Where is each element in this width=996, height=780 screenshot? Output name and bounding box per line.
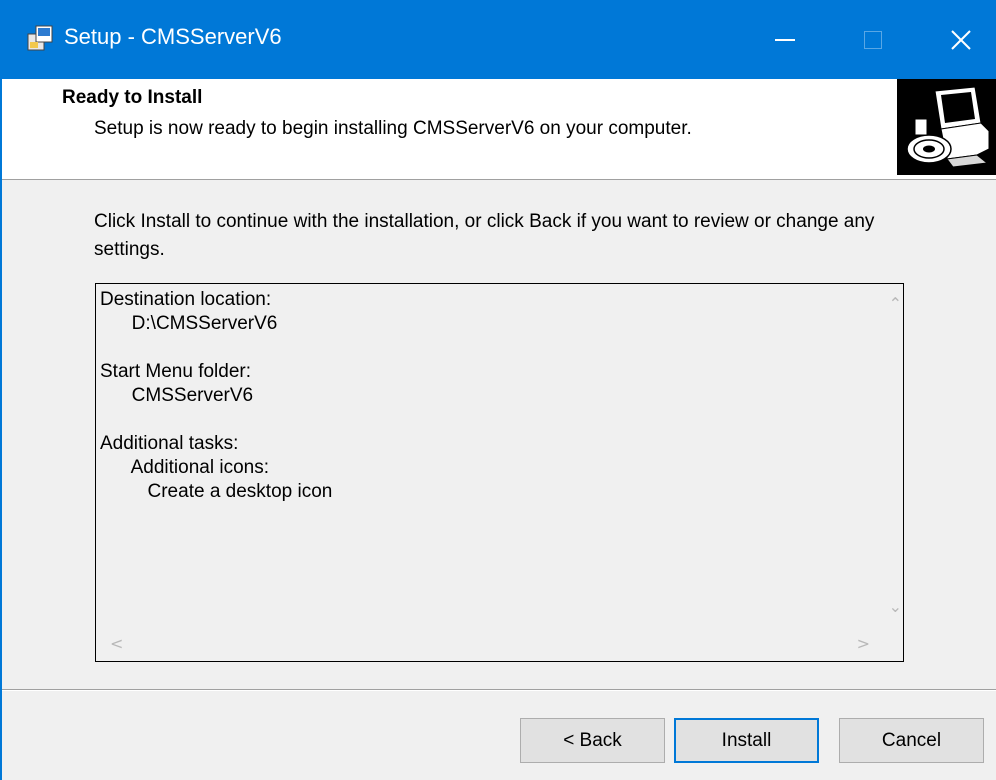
scroll-corner (882, 627, 903, 661)
scroll-up-arrow-icon[interactable]: ⌃ (889, 296, 902, 312)
summary-line: Additional icons: (100, 457, 269, 478)
wizard-header: Ready to Install Setup is now ready to b… (2, 79, 996, 180)
maximize-button[interactable] (844, 0, 902, 79)
close-button[interactable] (932, 0, 990, 79)
summary-line: Start Menu folder: (100, 361, 252, 382)
scroll-down-arrow-icon[interactable]: ⌄ (889, 599, 902, 615)
scroll-left-arrow-icon[interactable]: < (110, 636, 123, 652)
summary-line: D:\CMSServerV6 (100, 313, 278, 334)
scroll-right-arrow-icon[interactable]: > (857, 636, 870, 652)
maximize-icon (864, 30, 882, 49)
page-title: Ready to Install (62, 87, 203, 108)
setup-app-icon (27, 25, 53, 51)
instruction-text: Click Install to continue with the insta… (94, 211, 875, 260)
summary-line (100, 336, 886, 360)
minimize-icon (775, 38, 795, 41)
summary-line: CMSServerV6 (100, 385, 254, 406)
page-subtitle: Setup is now ready to begin installing C… (94, 118, 692, 139)
summary-line (100, 408, 886, 432)
summary-line: Destination location: (100, 289, 272, 310)
install-button[interactable]: Install (674, 718, 819, 763)
horizontal-scrollbar[interactable]: < > (96, 627, 882, 661)
ready-summary-memo[interactable]: Destination location: D:\CMSServerV6 Sta… (95, 283, 904, 662)
back-button[interactable]: < Back (520, 718, 665, 763)
summary-line: Additional tasks: (100, 433, 239, 454)
close-icon (951, 29, 971, 50)
window-title: Setup - CMSServerV6 (64, 24, 282, 49)
minimize-button[interactable] (756, 0, 814, 79)
footer-divider (2, 689, 996, 691)
computer-setup-icon (897, 79, 996, 175)
setup-window: Setup - CMSServerV6 Ready to Install Set… (0, 0, 996, 780)
summary-line: Create a desktop icon (100, 481, 333, 502)
vertical-scrollbar[interactable]: ⌃ ⌄ (882, 284, 903, 627)
title-bar[interactable]: Setup - CMSServerV6 (2, 0, 996, 79)
wizard-image (897, 79, 996, 175)
summary-text: Destination location: D:\CMSServerV6 Sta… (100, 288, 886, 504)
cancel-button[interactable]: Cancel (839, 718, 984, 763)
